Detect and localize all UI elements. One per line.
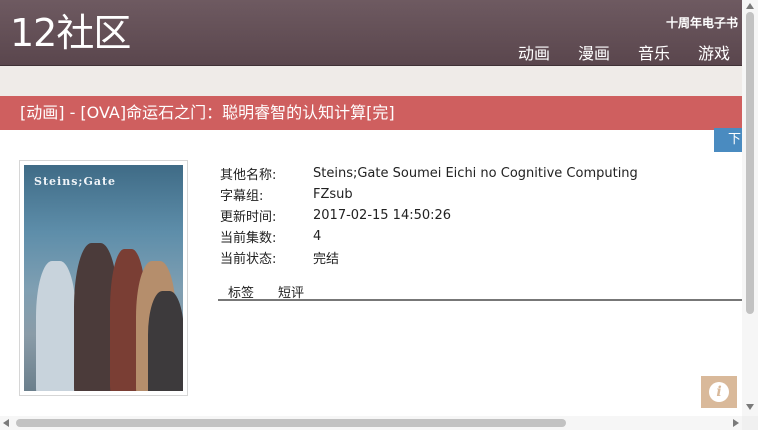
scroll-down-icon[interactable] bbox=[746, 404, 754, 410]
help-button[interactable]: i bbox=[701, 376, 737, 408]
title-bar: [动画] - [OVA]命运石之门：聪明睿智的认知计算[完] bbox=[0, 96, 742, 130]
info-label: 当前集数: bbox=[220, 231, 277, 246]
anime-info: 其他名称: Steins;Gate Soumei Eichi no Cognit… bbox=[220, 163, 638, 268]
content-tabs: 标签 短评 bbox=[218, 280, 743, 301]
info-label: 更新时间: bbox=[220, 210, 277, 225]
nav-item-games[interactable]: 游戏 bbox=[698, 40, 730, 64]
tab-tags[interactable]: 标签 bbox=[228, 282, 254, 301]
info-value: 2017-02-15 14:50:26 bbox=[313, 208, 452, 223]
nav-item-manga[interactable]: 漫画 bbox=[578, 40, 610, 64]
scroll-right-icon[interactable] bbox=[733, 419, 739, 427]
info-row-updated: 更新时间: 2017-02-15 14:50:26 bbox=[220, 205, 638, 226]
info-row-alias: 其他名称: Steins;Gate Soumei Eichi no Cognit… bbox=[220, 163, 638, 184]
nav-item-anime[interactable]: 动画 bbox=[518, 40, 550, 64]
info-value: 完结 bbox=[313, 252, 340, 267]
scroll-left-icon[interactable] bbox=[3, 419, 9, 427]
site-header: 12社区 十周年电子书 动画 漫画 音乐 游戏 bbox=[0, 0, 742, 66]
horizontal-scrollbar[interactable] bbox=[0, 416, 742, 430]
info-value: Steins;Gate Soumei Eichi no Cognitive Co… bbox=[313, 166, 638, 181]
nav-item-music[interactable]: 音乐 bbox=[638, 40, 670, 64]
info-value: 4 bbox=[313, 229, 322, 244]
vertical-scrollbar[interactable] bbox=[742, 0, 758, 416]
horizontal-scroll-thumb[interactable] bbox=[16, 419, 566, 427]
vertical-scroll-thumb[interactable] bbox=[746, 12, 754, 314]
info-row-episodes: 当前集数: 4 bbox=[220, 226, 638, 247]
cover-artwork: Steins;Gate bbox=[24, 165, 183, 391]
info-row-subgroup: 字幕组: FZsub bbox=[220, 184, 638, 205]
info-value: FZsub bbox=[313, 187, 353, 202]
anniversary-ebook-link[interactable]: 十周年电子书 bbox=[666, 14, 738, 31]
sub-header-bar bbox=[0, 66, 742, 96]
info-icon: i bbox=[709, 382, 729, 402]
download-tab[interactable]: 下 bbox=[714, 128, 742, 152]
tab-reviews[interactable]: 短评 bbox=[278, 282, 304, 301]
site-logo[interactable]: 12社区 bbox=[10, 14, 131, 52]
page-title: [动画] - [OVA]命运石之门：聪明睿智的认知计算[完] bbox=[20, 103, 395, 122]
scroll-up-icon[interactable] bbox=[746, 3, 754, 9]
scrollbar-corner bbox=[742, 416, 758, 430]
info-label: 当前状态: bbox=[220, 252, 277, 267]
info-label: 字幕组: bbox=[220, 189, 264, 204]
main-nav: 动画 漫画 音乐 游戏 bbox=[518, 40, 730, 64]
info-label: 其他名称: bbox=[220, 168, 277, 183]
cover-image: Steins;Gate bbox=[19, 160, 188, 396]
info-row-status: 当前状态: 完结 bbox=[220, 247, 638, 268]
cover-logo: Steins;Gate bbox=[34, 175, 117, 188]
